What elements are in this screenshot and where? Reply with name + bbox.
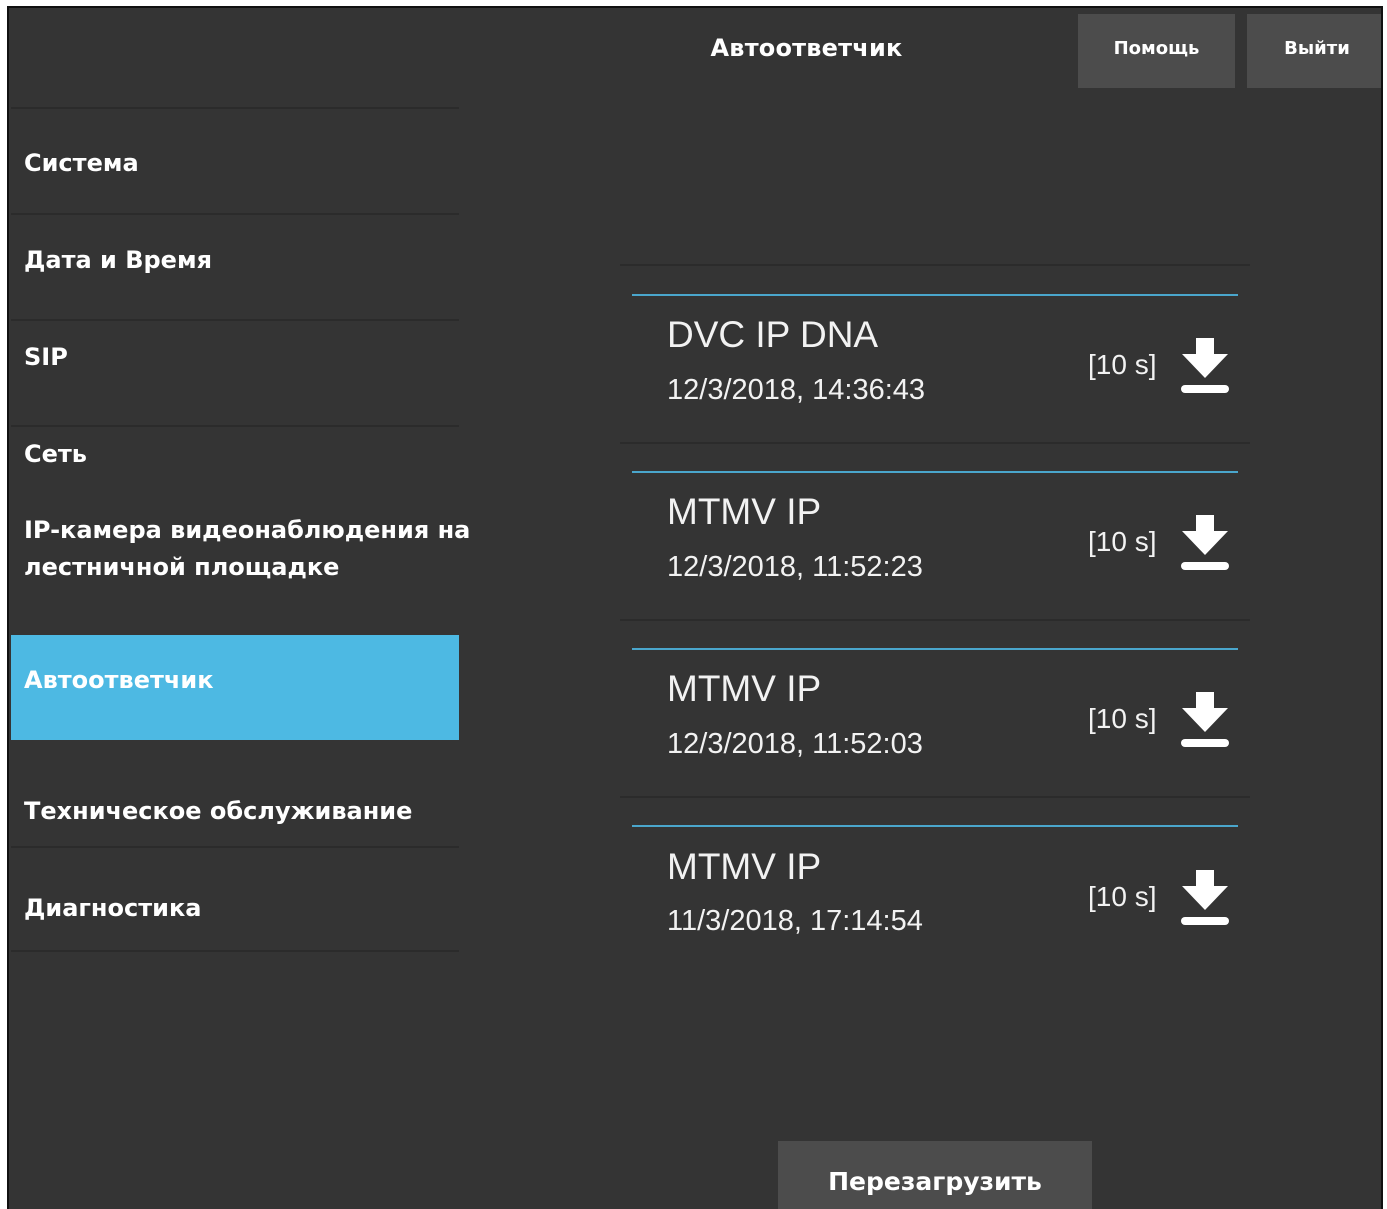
sidebar-item-network[interactable]: Сеть xyxy=(11,436,459,473)
sidebar-divider xyxy=(11,319,459,321)
item-accent-line xyxy=(632,471,1238,473)
sidebar-item-system[interactable]: Система xyxy=(11,145,459,182)
answering-machine-app: Автоответчик Помощь Выйти Система Дата и… xyxy=(7,6,1383,1209)
download-icon[interactable] xyxy=(1179,688,1231,750)
list-divider xyxy=(620,264,1250,266)
sidebar-item-diagnostics[interactable]: Диагностика xyxy=(11,890,459,927)
sidebar-item-maintenance[interactable]: Техническое обслуживание xyxy=(11,793,459,830)
exit-button[interactable]: Выйти xyxy=(1247,14,1381,88)
page-title: Автоответчик xyxy=(710,34,903,62)
download-icon[interactable] xyxy=(1179,334,1231,396)
recording-date: 11/3/2018, 17:14:54 xyxy=(667,905,923,937)
sidebar: Система Дата и Время SIP Сеть IP-камера … xyxy=(9,8,470,1209)
list-divider xyxy=(620,619,1250,621)
sidebar-item-answering-machine[interactable]: Автоответчик xyxy=(11,635,459,740)
item-accent-line xyxy=(632,825,1238,827)
recording-name: MTMV IP xyxy=(667,491,822,532)
recording-name: MTMV IP xyxy=(667,846,822,887)
reload-button[interactable]: Перезагрузить xyxy=(778,1141,1092,1209)
list-divider xyxy=(620,796,1250,798)
sidebar-divider xyxy=(11,213,459,215)
download-icon[interactable] xyxy=(1179,866,1231,928)
help-button[interactable]: Помощь xyxy=(1078,14,1235,88)
sidebar-item-sip[interactable]: SIP xyxy=(11,339,459,376)
recording-name: MTMV IP xyxy=(667,668,822,709)
sidebar-item-date-time[interactable]: Дата и Время xyxy=(11,242,459,279)
list-divider xyxy=(620,442,1250,444)
sidebar-divider xyxy=(11,425,459,427)
recording-date: 12/3/2018, 11:52:03 xyxy=(667,728,923,760)
item-accent-line xyxy=(632,294,1238,296)
recording-duration: [10 s] xyxy=(1088,526,1157,557)
sidebar-divider xyxy=(11,846,459,848)
recording-date: 12/3/2018, 11:52:23 xyxy=(667,551,923,583)
recording-date: 12/3/2018, 14:36:43 xyxy=(667,374,926,406)
recording-duration: [10 s] xyxy=(1088,349,1157,380)
download-icon[interactable] xyxy=(1179,511,1231,573)
sidebar-divider xyxy=(11,950,459,952)
recording-duration: [10 s] xyxy=(1088,881,1157,912)
sidebar-item-ip-camera[interactable]: IP-камера видеонаблюдения на лестничной … xyxy=(11,512,481,586)
recording-name: DVC IP DNA xyxy=(667,314,879,355)
sidebar-divider xyxy=(11,107,459,109)
item-accent-line xyxy=(632,648,1238,650)
recording-duration: [10 s] xyxy=(1088,703,1157,734)
